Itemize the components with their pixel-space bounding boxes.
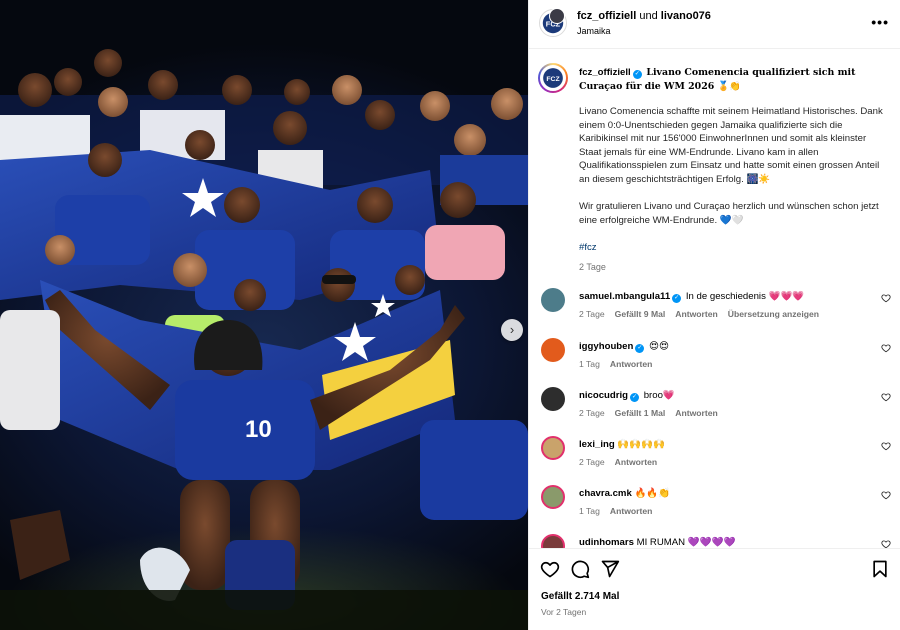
comment-item: udinhomars MI RUMAN 💜💜💜💜 — [529, 533, 900, 548]
fcz-logo-icon: FCZ — [541, 66, 565, 90]
comment-icon[interactable] — [570, 559, 590, 579]
comment-item: chavra.cmk 🔥🔥👏 1 Tag Antworten — [529, 484, 900, 530]
comment-like-heart-icon[interactable] — [881, 539, 891, 548]
comment-age: 2 Tage — [579, 408, 605, 418]
comment-avatar[interactable] — [541, 338, 565, 362]
comment-avatar[interactable] — [541, 436, 565, 460]
comment-like-heart-icon[interactable] — [881, 343, 891, 353]
comment-username[interactable]: samuel.mbangula11 — [579, 291, 670, 302]
comment-avatar[interactable] — [541, 288, 565, 312]
team-celebration-image: 10 — [0, 49, 528, 630]
more-options-icon[interactable]: ••• — [871, 14, 889, 30]
post-location[interactable]: Jamaika — [577, 26, 611, 36]
comment-username[interactable]: lexi_ing — [579, 439, 615, 450]
next-photo-button[interactable]: › — [501, 319, 523, 341]
comment-text: 🔥🔥👏 — [634, 488, 671, 499]
heart-icon[interactable] — [540, 559, 560, 579]
reply-button[interactable]: Antworten — [610, 359, 653, 369]
comment-avatar[interactable] — [541, 485, 565, 509]
comment-text: 🙌🙌🙌🙌 — [617, 439, 666, 450]
hashtag-link[interactable]: #fcz — [579, 241, 891, 255]
comment-likes[interactable]: Gefällt 9 Mal — [615, 309, 666, 319]
reply-button[interactable]: Antworten — [615, 457, 658, 467]
author-livano-link[interactable]: livano076 — [661, 10, 711, 22]
post-time: Vor 2 Tagen — [541, 607, 587, 617]
comment-item: lexi_ing 🙌🙌🙌🙌 2 Tage Antworten — [529, 435, 900, 481]
likes-count[interactable]: Gefällt 2.714 Mal — [541, 591, 619, 602]
comments-scroll-area[interactable]: FCZ fcz_offiziell ✓ Livano Comenencia qua… — [529, 49, 900, 548]
reply-button[interactable]: Antworten — [610, 506, 653, 516]
verified-badge-icon: ✓ — [632, 70, 642, 79]
reply-button[interactable]: Antworten — [675, 408, 718, 418]
jersey-number: 10 — [245, 416, 272, 443]
comment-like-heart-icon[interactable] — [881, 293, 891, 303]
comment-username[interactable]: nicocudrig — [579, 390, 628, 401]
author-fcz-link[interactable]: fcz_offiziell — [577, 10, 636, 22]
post-photo[interactable]: 10 › — [0, 0, 528, 630]
livano-avatar[interactable] — [549, 8, 565, 24]
translate-button[interactable]: Übersetzung anzeigen — [728, 309, 819, 319]
caption-avatar[interactable]: FCZ — [538, 63, 568, 93]
svg-text:FCZ: FCZ — [546, 76, 559, 83]
caption-age: 2 Tage — [579, 261, 606, 272]
comment-text: 😍😍 — [649, 341, 670, 352]
post-detail-panel: FCZ fcz_offiziell und livano076 Jamaika … — [528, 0, 900, 630]
comment-age: 2 Tage — [579, 457, 605, 467]
verified-badge-icon: ✓ — [630, 393, 640, 402]
comment-text: MI RUMAN 💜💜💜💜 — [636, 537, 736, 548]
comment-username[interactable]: iggyhouben — [579, 341, 633, 352]
bookmark-icon[interactable] — [870, 559, 890, 579]
post-header: FCZ fcz_offiziell und livano076 Jamaika … — [529, 0, 900, 49]
comment-text: broo💗 — [643, 390, 675, 401]
comment-item: nicocudrig ✓ broo💗 2 Tage Gefällt 1 Mal Ant… — [529, 386, 900, 432]
post-authors: fcz_offiziell und livano076 — [577, 10, 711, 22]
comment-age: 2 Tage — [579, 309, 605, 319]
caption-body-2: Wir gratulieren Livano und Curaçao herzl… — [579, 201, 879, 226]
comment-like-heart-icon[interactable] — [881, 441, 891, 451]
verified-badge-icon: ✓ — [672, 294, 682, 303]
authors-conjunction: und — [639, 10, 658, 22]
comment-likes[interactable]: Gefällt 1 Mal — [615, 408, 666, 418]
comment-text: In de geschiedenis 💗💗💗 — [685, 291, 805, 302]
comment-username[interactable]: chavra.cmk — [579, 488, 632, 499]
comment-item: samuel.mbangula11 ✓ In de geschiedenis 💗💗… — [529, 287, 900, 333]
post-caption: fcz_offiziell ✓ Livano Comenencia qualifi… — [579, 66, 891, 274]
caption-body: Livano Comenencia schaffte mit seinem He… — [579, 106, 883, 185]
comment-avatar[interactable] — [541, 534, 565, 548]
send-icon[interactable] — [600, 559, 620, 579]
comment-like-heart-icon[interactable] — [881, 392, 891, 402]
comment-avatar[interactable] — [541, 387, 565, 411]
caption-username[interactable]: fcz_offiziell — [579, 67, 631, 78]
reply-button[interactable]: Antworten — [675, 309, 718, 319]
comment-item: iggyhouben ✓ 😍😍 1 Tag Antworten — [529, 337, 900, 383]
comment-username[interactable]: udinhomars — [579, 537, 634, 548]
comment-age: 1 Tag — [579, 506, 600, 516]
verified-badge-icon: ✓ — [635, 344, 645, 353]
action-bar: Gefällt 2.714 Mal Vor 2 Tagen — [529, 548, 900, 630]
comment-like-heart-icon[interactable] — [881, 490, 891, 500]
comment-age: 1 Tag — [579, 359, 600, 369]
